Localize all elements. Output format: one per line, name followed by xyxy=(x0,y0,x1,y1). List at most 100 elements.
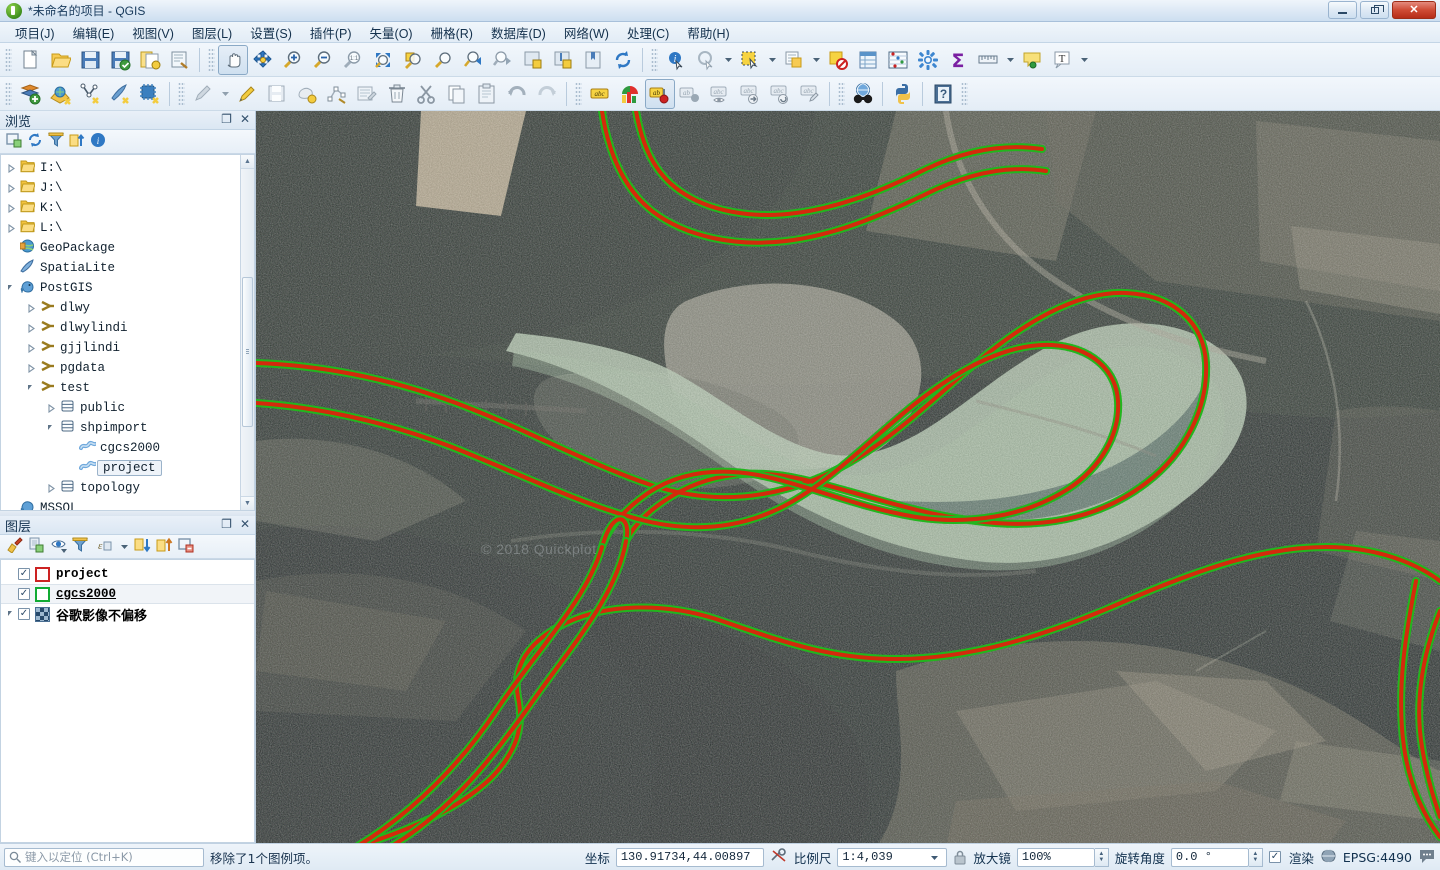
select-value-dropdown-arrow-icon[interactable] xyxy=(809,45,823,75)
zoom-to-layer-icon[interactable] xyxy=(428,45,458,75)
browser-tree-container[interactable]: I:\ J:\ K:\ L:\ GeoPackage SpatiaLite PostGIS d… xyxy=(0,154,255,511)
layer-item-2[interactable]: 谷歌影像不偏移 xyxy=(1,604,254,624)
lock-icon[interactable] xyxy=(953,849,967,865)
browser-item-l[interactable]: L:\ xyxy=(1,218,254,238)
minimize-button[interactable] xyxy=(1328,1,1357,19)
undo-icon[interactable] xyxy=(502,79,532,109)
zoom-out-icon[interactable] xyxy=(308,45,338,75)
chevron-right-icon[interactable] xyxy=(4,223,18,233)
zoom-native-icon[interactable]: 1:1 xyxy=(338,45,368,75)
browser-item-mssql[interactable]: MSSQL xyxy=(1,498,254,510)
layers-list-container[interactable]: project cgcs2000 谷歌影像不偏移 xyxy=(0,559,255,843)
menu-raster[interactable]: 栅格(R) xyxy=(422,21,482,44)
manage-visibility-icon[interactable] xyxy=(50,537,67,556)
browser-close-icon[interactable]: ✕ xyxy=(240,113,250,125)
browser-item-topology[interactable]: topology xyxy=(1,478,254,498)
filter-legend-icon[interactable] xyxy=(71,537,89,556)
toggle-editing-icon[interactable] xyxy=(232,79,262,109)
browser-item-postgis[interactable]: PostGIS xyxy=(1,278,254,298)
statistical-summary-icon[interactable]: Σ xyxy=(943,45,973,75)
zoom-in-icon[interactable] xyxy=(278,45,308,75)
chevron-down-icon[interactable] xyxy=(4,284,18,293)
vertex-tool-icon[interactable] xyxy=(322,79,352,109)
expression-dropdown-arrow-icon[interactable] xyxy=(120,540,129,554)
save-project-icon[interactable] xyxy=(75,45,105,75)
menu-settings[interactable]: 设置(S) xyxy=(241,21,301,44)
select-dropdown-arrow-icon[interactable] xyxy=(765,45,779,75)
open-project-icon[interactable] xyxy=(45,45,75,75)
toolbar-grip-7[interactable] xyxy=(838,81,845,106)
options-icon[interactable] xyxy=(913,45,943,75)
menu-project[interactable]: 项目(J) xyxy=(6,21,64,44)
deselect-icon[interactable] xyxy=(823,45,853,75)
filter-expression-icon[interactable]: ε xyxy=(93,537,115,556)
pin-labels-icon[interactable]: ab xyxy=(645,78,675,109)
current-edits-icon[interactable] xyxy=(188,79,218,109)
browser-item-pgdata[interactable]: pgdata xyxy=(1,358,254,378)
browser-item-geopackage[interactable]: GeoPackage xyxy=(1,238,254,258)
identify-features-icon[interactable]: i xyxy=(661,45,691,75)
rotation-spinbox[interactable]: 0.0 ° ▲ ▼ xyxy=(1170,847,1263,867)
change-label-icon[interactable]: abc xyxy=(795,79,825,109)
locator-search-input[interactable]: 键入以定位 (Ctrl+K) xyxy=(4,847,204,867)
coordinate-value[interactable]: 130.91734,44.00897 xyxy=(615,847,764,867)
select-features-icon[interactable] xyxy=(735,45,765,75)
browser-tree[interactable]: I:\ J:\ K:\ L:\ GeoPackage SpatiaLite PostGIS d… xyxy=(1,155,254,510)
browser-item-shpimport[interactable]: shpimport xyxy=(1,418,254,438)
chevron-right-icon[interactable] xyxy=(4,203,18,213)
add-feature-icon[interactable] xyxy=(292,79,322,109)
refresh-icon[interactable] xyxy=(27,132,43,151)
magnifier-value[interactable]: 100% xyxy=(1016,847,1095,867)
magnifier-spinbox[interactable]: 100% ▲ ▼ xyxy=(1016,847,1109,867)
scale-combo[interactable]: 1:4,039 xyxy=(837,847,948,867)
menu-vector[interactable]: 矢量(O) xyxy=(361,21,422,44)
chevron-right-icon[interactable] xyxy=(44,483,58,493)
layer-visibility-checkbox[interactable] xyxy=(18,588,30,600)
browser-item-project[interactable]: project xyxy=(1,458,254,478)
browser-item-cgcs2000[interactable]: cgcs2000 xyxy=(1,438,254,458)
chevron-right-icon[interactable] xyxy=(44,403,58,413)
layer-item-1[interactable]: cgcs2000 xyxy=(1,584,254,604)
zoom-to-selection-icon[interactable] xyxy=(398,45,428,75)
label-icon[interactable]: abc xyxy=(585,79,615,109)
browser-item-k[interactable]: K:\ xyxy=(1,198,254,218)
magnifier-stepper[interactable]: ▲ ▼ xyxy=(1094,847,1109,867)
add-group-icon[interactable] xyxy=(28,537,45,556)
select-value-icon[interactable] xyxy=(779,45,809,75)
browser-item-test[interactable]: test xyxy=(1,378,254,398)
layers-undock-icon[interactable]: ❐ xyxy=(221,518,232,530)
styling-icon[interactable] xyxy=(615,79,645,109)
delete-selected-icon[interactable] xyxy=(382,79,412,109)
help-icon[interactable]: ? xyxy=(928,79,958,109)
layer-item-0[interactable]: project xyxy=(1,564,254,584)
annotation-dropdown-arrow-icon[interactable] xyxy=(1077,45,1091,75)
new-map-view-icon[interactable] xyxy=(518,45,548,75)
field-calculator-icon[interactable] xyxy=(883,45,913,75)
add-vector-layer-icon[interactable] xyxy=(15,79,45,109)
style-manager-icon[interactable] xyxy=(165,45,195,75)
collapse-all-icon[interactable] xyxy=(156,537,173,556)
render-checkbox[interactable] xyxy=(1268,851,1281,863)
redo-icon[interactable] xyxy=(532,79,562,109)
run-feature-action-icon[interactable] xyxy=(691,45,721,75)
move-label-icon[interactable]: abc xyxy=(735,79,765,109)
text-annotation-icon[interactable]: T xyxy=(1047,45,1077,75)
layers-list[interactable]: project cgcs2000 谷歌影像不偏移 xyxy=(1,560,254,624)
menu-database[interactable]: 数据库(D) xyxy=(482,21,555,44)
chevron-down-icon[interactable] xyxy=(24,384,38,393)
show-hide-labels-icon[interactable]: ab xyxy=(675,79,705,109)
zoom-last-icon[interactable] xyxy=(458,45,488,75)
toolbar-grip-6[interactable] xyxy=(575,81,582,106)
current-edits-dropdown-arrow-icon[interactable] xyxy=(218,79,232,109)
scale-dropdown-arrow-icon[interactable] xyxy=(926,853,942,862)
toolbar-grip-5[interactable] xyxy=(178,81,185,106)
menu-processing[interactable]: 处理(C) xyxy=(618,21,678,44)
cut-features-icon[interactable] xyxy=(412,79,442,109)
menu-plugins[interactable]: 插件(P) xyxy=(301,21,361,44)
browser-item-gjjlindi[interactable]: gjjlindi xyxy=(1,338,254,358)
add-spatialite-layer-icon[interactable] xyxy=(105,79,135,109)
browser-item-public[interactable]: public xyxy=(1,398,254,418)
menu-layer[interactable]: 图层(L) xyxy=(183,21,241,44)
chevron-right-icon[interactable] xyxy=(24,323,38,333)
message-log-icon[interactable] xyxy=(1418,848,1436,867)
